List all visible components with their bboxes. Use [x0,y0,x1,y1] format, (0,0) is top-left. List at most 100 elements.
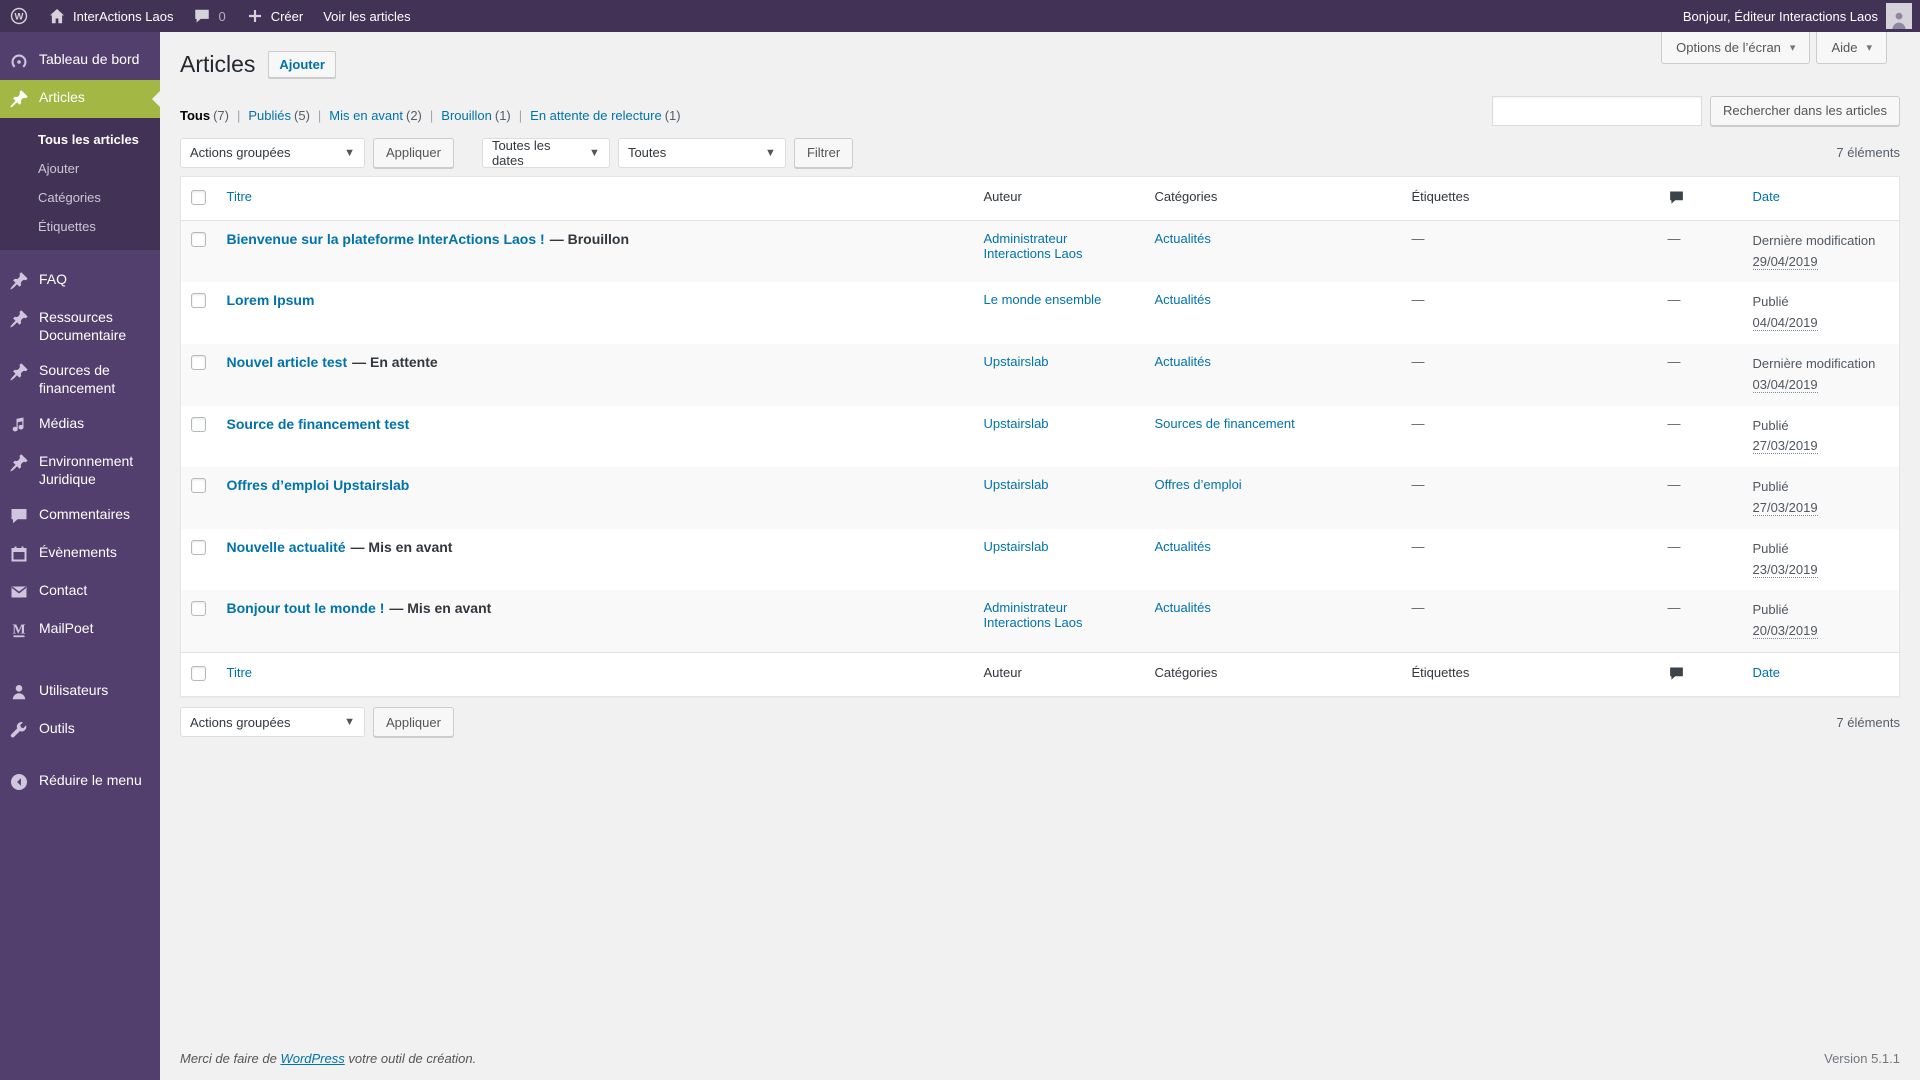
category-link[interactable]: Sources de financement [1155,416,1295,431]
bulk-actions-select[interactable]: Actions groupées ▼ [180,137,365,168]
comments-value: — [1667,600,1681,616]
search-input[interactable] [1491,95,1702,126]
footer-thanks-suffix: votre outil de création. [344,1051,477,1066]
screen-options-button[interactable]: Options de l’écran [1661,32,1811,64]
sidebar-item-medias[interactable]: Médias [0,406,160,444]
screen-meta-links: Options de l’écran Aide [1661,32,1887,64]
author-link[interactable]: Administrateur Interactions Laos [984,231,1083,261]
sort-by-date[interactable]: Date [1753,189,1780,204]
category-link[interactable]: Actualités [1155,292,1211,307]
submenu-add-article[interactable]: Ajouter [0,154,160,183]
apply-button-bottom[interactable]: Appliquer [373,707,454,738]
sidebar-item-outils[interactable]: Outils [0,711,160,749]
author-link[interactable]: Administrateur Interactions Laos [984,600,1083,630]
view-sticky[interactable]: Mis en avant(2) [310,108,422,123]
select-all-checkbox[interactable] [191,666,206,682]
post-title-link[interactable]: Offres d’emploi Upstairslab [227,477,410,493]
sidebar-item-evenements[interactable]: Évènements [0,535,160,573]
site-name-menu[interactable]: InterActions Laos [38,0,183,32]
dates-filter-value: Toutes les dates [491,137,551,168]
date-status: Publié [1752,540,1789,556]
view-pending-link[interactable]: En attente de relecture [530,108,662,123]
submenu-categories[interactable]: Catégories [0,183,160,212]
post-title-link[interactable]: Nouvel article test [227,354,348,370]
create-label: Créer [270,8,304,24]
comments-value: — [1667,538,1681,554]
post-title-link[interactable]: Bienvenue sur la plateforme InterActions… [227,231,545,247]
submenu-tags[interactable]: Étiquettes [0,212,160,241]
view-pending[interactable]: En attente de relecture(1) [511,108,680,123]
post-title-link[interactable]: Bonjour tout le monde ! [227,600,385,616]
post-title-link[interactable]: Source de financement test [227,416,410,432]
select-row-checkbox[interactable] [191,416,206,432]
person-icon [1892,12,1906,29]
select-row-checkbox[interactable] [191,293,206,309]
post-state: — En attente [352,354,438,371]
author-link[interactable]: Upstairslab [984,416,1049,431]
media-icon [12,417,24,432]
date-status: Publié [1752,602,1789,618]
apply-button[interactable]: Appliquer [373,137,454,168]
column-footer-tags: Étiquettes [1401,652,1658,697]
view-draft[interactable]: Brouillon(1) [422,108,510,123]
bulk-actions-value: Actions groupées [190,145,291,161]
author-link[interactable]: Le monde ensemble [984,292,1102,307]
sidebar-item-environnement-juridique[interactable]: Environnement Juridique [0,444,160,497]
view-published-link[interactable]: Publiés [248,108,291,123]
author-link[interactable]: Upstairslab [984,354,1049,369]
wordpress-logo-menu[interactable]: W [0,0,38,32]
view-posts-link[interactable]: Voir les articles [313,0,420,32]
wordpress-link[interactable]: WordPress [280,1051,344,1066]
sidebar-label-tools: Outils [39,720,75,736]
view-all[interactable]: Tous (7) [180,108,229,123]
version-text: Version 5.1.1 [1824,1051,1900,1066]
footer-thanks: Merci de faire de WordPress votre outil … [180,1051,476,1066]
post-title-link[interactable]: Nouvelle actualité [227,539,346,555]
select-row-checkbox[interactable] [191,231,206,247]
author-link[interactable]: Upstairslab [984,539,1049,554]
sidebar-item-articles[interactable]: Articles [0,80,160,118]
author-link[interactable]: Upstairslab [984,477,1049,492]
view-all-link[interactable]: Tous [180,108,210,123]
new-content-menu[interactable]: Créer [236,0,314,32]
sidebar-item-mailpoet[interactable]: M MailPoet [0,611,160,649]
select-row-checkbox[interactable] [191,601,206,617]
view-published[interactable]: Publiés(5) [229,108,310,123]
category-link[interactable]: Offres d’emploi [1155,477,1242,492]
search-button[interactable]: Rechercher dans les articles [1709,95,1900,126]
bulk-actions-select-bottom[interactable]: Actions groupées ▼ [180,707,365,738]
category-link[interactable]: Actualités [1155,231,1211,246]
dates-filter-select[interactable]: Toutes les dates ▼ [481,137,610,168]
select-row-checkbox[interactable] [191,478,206,494]
comments-menu[interactable]: 0 [183,0,235,32]
category-link[interactable]: Actualités [1155,600,1211,615]
account-menu[interactable]: Bonjour, Éditeur Interactions Laos [1683,3,1920,29]
filter-button[interactable]: Filtrer [793,137,854,168]
sidebar-item-contact[interactable]: Contact [0,573,160,611]
sidebar-item-commentaires[interactable]: Commentaires [0,497,160,535]
add-article-button[interactable]: Ajouter [268,51,336,79]
table-body: Bienvenue sur la plateforme InterActions… [180,220,1900,653]
sidebar-label-comments: Commentaires [39,506,131,522]
sort-by-title[interactable]: Titre [227,189,253,204]
view-sticky-link[interactable]: Mis en avant [329,108,403,123]
help-button[interactable]: Aide [1816,32,1887,64]
sidebar-item-dashboard[interactable]: Tableau de bord [0,42,160,80]
sort-by-date[interactable]: Date [1753,665,1780,680]
submenu-all-articles[interactable]: Tous les articles [0,125,160,154]
select-row-checkbox[interactable] [191,355,206,371]
select-all-checkbox[interactable] [191,189,206,205]
sidebar-item-faq[interactable]: FAQ [0,262,160,300]
view-draft-link[interactable]: Brouillon [441,108,492,123]
collapse-menu-button[interactable]: Réduire le menu [0,763,160,801]
post-title-link[interactable]: Lorem Ipsum [227,292,315,308]
date-value: 23/03/2019 [1752,561,1818,578]
category-filter-select[interactable]: Toutes ▼ [617,137,786,168]
category-link[interactable]: Actualités [1155,539,1211,554]
sidebar-item-utilisateurs[interactable]: Utilisateurs [0,673,160,711]
sidebar-item-sources-financement[interactable]: Sources de financement [0,353,160,406]
category-link[interactable]: Actualités [1155,354,1211,369]
sort-by-title[interactable]: Titre [227,665,253,680]
sidebar-item-ressources-documentaire[interactable]: Ressources Documentaire [0,300,160,353]
select-row-checkbox[interactable] [191,539,206,555]
